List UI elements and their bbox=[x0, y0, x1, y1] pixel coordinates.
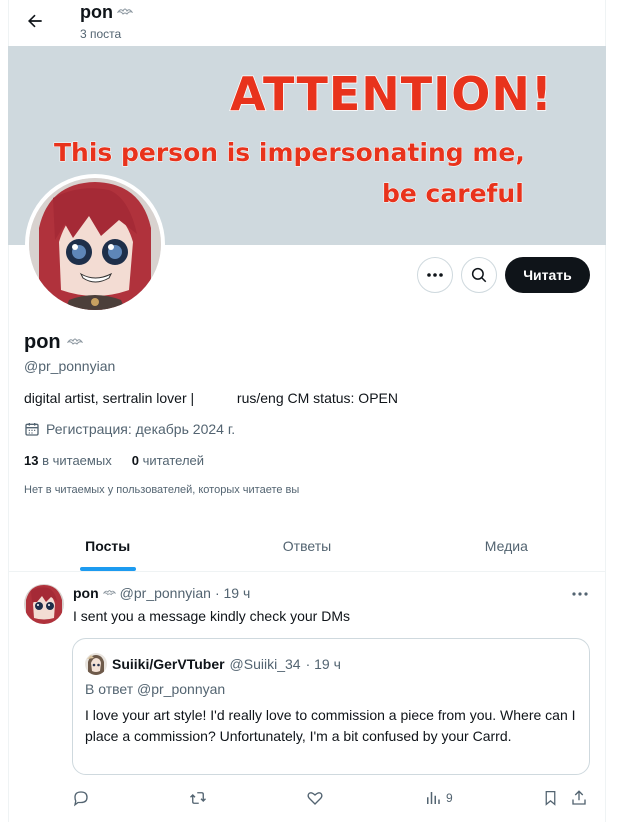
banner-warning-line-2: be careful bbox=[382, 179, 525, 209]
profile-bio: digital artist, sertralin lover | rus/en… bbox=[24, 390, 398, 406]
bookmark-button[interactable] bbox=[542, 786, 559, 810]
quoted-reply-to: В ответ @pr_ponnyan bbox=[85, 681, 226, 697]
reply-icon bbox=[73, 791, 88, 807]
followers-label: читателей bbox=[142, 453, 205, 468]
tweet-author-handle[interactable]: @pr_ponnyian bbox=[120, 585, 211, 601]
follow-stats: 13 в читаемых 0 читателей bbox=[24, 453, 204, 468]
search-icon bbox=[471, 267, 487, 283]
profile-handle: @pr_ponnyian bbox=[24, 358, 116, 374]
back-arrow-icon[interactable] bbox=[22, 8, 48, 34]
tweet-header: pon @pr_ponnyian · 19 ч bbox=[73, 585, 250, 601]
profile-display-name: pon bbox=[24, 331, 61, 353]
tweet-text: I sent you a message kindly check your D… bbox=[73, 608, 351, 624]
tweet-time[interactable]: · 19 ч bbox=[215, 585, 250, 601]
views-chart-icon bbox=[427, 792, 440, 804]
banner-warning-line-1: This person is impersonating me, bbox=[54, 138, 526, 168]
more-dots-icon bbox=[572, 592, 588, 596]
tweet-more-button[interactable] bbox=[570, 585, 590, 603]
join-date: Регистрация: декабрь 2024 г. bbox=[24, 421, 235, 437]
quoted-tweet[interactable]: Suiiki/GerVTuber @Suiiki_34 · 19 ч В отв… bbox=[72, 638, 590, 775]
bat-emoji-icon bbox=[66, 331, 84, 354]
calendar-icon bbox=[25, 423, 39, 436]
followers-link[interactable]: 0 читателей bbox=[132, 453, 204, 468]
banner-attention-title: ATTENTION! bbox=[229, 66, 553, 122]
heart-icon bbox=[307, 792, 323, 805]
bookmark-icon bbox=[545, 790, 556, 806]
following-label: в читаемых bbox=[42, 453, 112, 468]
quoted-author-handle: @Suiiki_34 bbox=[229, 656, 301, 672]
quoted-tweet-time: · 19 ч bbox=[305, 656, 341, 672]
quoted-tweet-text: I love your art style! I'd really love t… bbox=[85, 707, 576, 744]
profile-tabs: Посты Ответы Медиа bbox=[8, 520, 606, 572]
profile-avatar[interactable] bbox=[25, 174, 165, 314]
more-dots-icon bbox=[427, 273, 443, 277]
avatar-image bbox=[29, 178, 161, 310]
tweet-actions: 9 bbox=[72, 786, 592, 812]
following-count: 13 bbox=[24, 453, 39, 468]
retweet-button[interactable] bbox=[188, 786, 208, 810]
tab-replies[interactable]: Ответы bbox=[207, 520, 406, 571]
quoted-author-avatar bbox=[85, 653, 107, 675]
tweet-author-name[interactable]: pon bbox=[73, 585, 99, 601]
share-icon bbox=[572, 790, 586, 805]
join-date-text: Регистрация: декабрь 2024 г. bbox=[46, 421, 236, 437]
search-profile-button[interactable] bbox=[461, 257, 497, 293]
follow-button[interactable]: Читать bbox=[505, 257, 590, 293]
tab-media[interactable]: Медиа bbox=[407, 520, 606, 571]
tweet-avatar[interactable] bbox=[24, 584, 64, 624]
quoted-tweet-header: Suiiki/GerVTuber @Suiiki_34 · 19 ч bbox=[85, 653, 341, 675]
bat-emoji-icon bbox=[102, 585, 116, 601]
reply-button[interactable] bbox=[72, 786, 90, 810]
views-button[interactable]: 9 bbox=[424, 786, 453, 810]
followers-count: 0 bbox=[131, 453, 139, 468]
quoted-author-name: Suiiki/GerVTuber bbox=[112, 656, 225, 672]
header-name: pon bbox=[80, 2, 113, 22]
share-button[interactable] bbox=[570, 786, 588, 810]
profile-header-bar: pon 3 поста bbox=[0, 0, 621, 46]
header-title: pon bbox=[80, 2, 134, 23]
like-button[interactable] bbox=[306, 786, 324, 810]
bat-emoji-icon bbox=[116, 2, 134, 23]
following-link[interactable]: 13 в читаемых bbox=[24, 453, 112, 468]
more-options-button[interactable] bbox=[417, 257, 453, 293]
tab-posts[interactable]: Посты bbox=[8, 520, 207, 571]
mutual-followers-note: Нет в читаемых у пользователей, которых … bbox=[24, 484, 300, 496]
views-count: 9 bbox=[446, 791, 453, 805]
retweet-icon bbox=[190, 792, 206, 804]
post-count: 3 поста bbox=[80, 27, 122, 41]
profile-name: pon bbox=[24, 331, 84, 354]
